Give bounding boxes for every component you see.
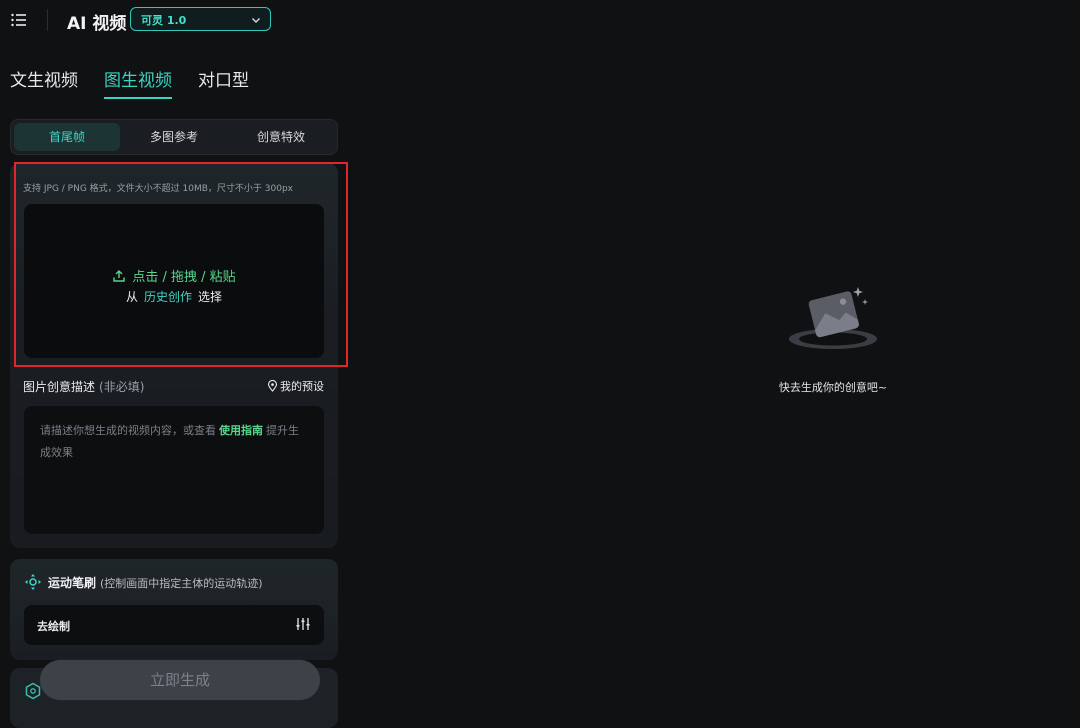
top-bar: AI 视频 可灵 1.0 [0, 0, 1080, 40]
tab-lip-sync[interactable]: 对口型 [198, 66, 249, 91]
empty-state-image-icon [789, 287, 877, 349]
description-title: 图片创意描述 [23, 380, 96, 394]
sliders-icon [296, 618, 310, 630]
image-drop-zone[interactable]: 点击 / 拖拽 / 粘贴 从历史创作 选择 [24, 204, 324, 358]
tab-label: 图生视频 [104, 71, 172, 91]
description-placeholder: 请描述你想生成的视频内容，或查看 使用指南 提升生成效果 [40, 420, 308, 464]
upload-from-history: 从历史创作 选择 [24, 288, 324, 305]
header-divider [47, 9, 48, 31]
location-pin-icon [267, 380, 278, 392]
guide-link[interactable]: 使用指南 [219, 424, 263, 437]
active-tab-underline [104, 97, 172, 99]
sub-tab-multi-image[interactable]: 多图参考 [121, 123, 227, 151]
chevron-down-icon [252, 18, 260, 23]
my-presets-label: 我的预设 [280, 380, 324, 393]
app-title: AI 视频 [67, 14, 127, 34]
from-text: 从 [125, 290, 138, 304]
upload-action-text: 点击 / 拖拽 / 粘贴 [132, 270, 236, 285]
upload-action: 点击 / 拖拽 / 粘贴 [24, 266, 324, 285]
tab-label: 对口型 [198, 71, 249, 91]
go-draw-button[interactable]: 去绘制 [24, 605, 324, 645]
description-input[interactable]: 请描述你想生成的视频内容，或查看 使用指南 提升生成效果 [24, 406, 324, 534]
motion-brush-label: 运动笔刷 [48, 576, 97, 590]
optional-note: (非必填) [99, 380, 145, 394]
sub-tab-first-last-frame[interactable]: 首尾帧 [14, 123, 120, 151]
tab-image-to-video[interactable]: 图生视频 [104, 66, 172, 99]
go-draw-label: 去绘制 [37, 620, 70, 633]
tab-label: 文生视频 [10, 71, 78, 91]
model-select-value: 可灵 1.0 [141, 14, 187, 27]
select-text: 选择 [198, 290, 223, 304]
empty-state-text: 快去生成你的创意吧~ [778, 381, 888, 394]
sub-tab-creative-effects[interactable]: 创意特效 [228, 123, 334, 151]
my-presets-button[interactable]: 我的预设 [267, 378, 324, 394]
tab-text-to-video[interactable]: 文生视频 [10, 66, 78, 91]
upload-icon [113, 270, 126, 282]
history-link[interactable]: 历史创作 [144, 290, 192, 304]
menu-icon[interactable] [10, 11, 28, 29]
image-upload-card: 支持 JPG / PNG 格式，文件大小不超过 10MB，尺寸不小于 300px… [10, 163, 338, 548]
description-label: 图片创意描述 (非必填) [23, 378, 144, 395]
motion-brush-card: 运动笔刷 (控制画面中指定主体的运动轨迹) 去绘制 [10, 559, 338, 660]
upload-hint: 支持 JPG / PNG 格式，文件大小不超过 10MB，尺寸不小于 300px [23, 184, 293, 194]
placeholder-text: 请描述你想生成的视频内容，或查看 [40, 424, 216, 437]
model-select[interactable]: 可灵 1.0 [130, 7, 271, 31]
motion-brush-subtitle: (控制画面中指定主体的运动轨迹) [100, 577, 263, 590]
hexagon-icon [25, 682, 41, 700]
motion-brush-title: 运动笔刷 (控制画面中指定主体的运动轨迹) [48, 574, 263, 591]
generate-button[interactable]: 立即生成 [40, 660, 320, 700]
sub-tabs: 首尾帧 多图参考 创意特效 [10, 119, 338, 155]
motion-brush-icon [25, 574, 41, 590]
